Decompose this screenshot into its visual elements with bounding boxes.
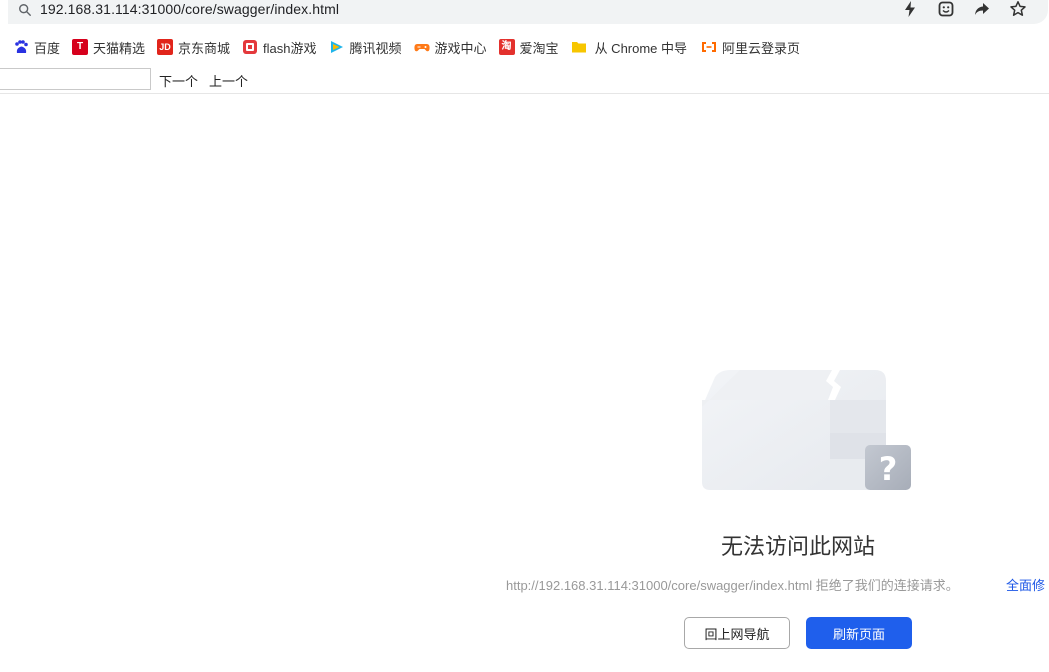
bookmark-folder-chrome[interactable]: 从 Chrome 中导 [571,38,687,57]
find-bar: 下一个 上一个 [0,67,1049,94]
address-actions [901,0,1027,18]
bookmark-flash-game[interactable]: flash游戏 [242,38,317,57]
share-icon[interactable] [973,0,991,18]
taobao-icon: 淘 [498,39,515,55]
bookmark-label: flash游戏 [263,40,317,56]
find-next-button[interactable]: 下一个 [159,71,198,90]
error-description: http://192.168.31.114:31000/core/swagger… [506,578,959,593]
error-title: 无法访问此网站 [720,534,875,559]
baidu-icon [15,40,28,53]
broken-box-illustration-icon: ? [702,370,911,490]
full-repair-link[interactable]: 全面修 [1006,575,1045,594]
bookmark-jd[interactable]: JD 京东商城 [157,38,230,57]
search-icon [19,4,31,16]
bookmark-label: 从 Chrome 中导 [594,40,688,56]
emoji-icon[interactable] [937,0,955,18]
lightning-icon[interactable] [901,0,919,18]
bookmark-tencent-video[interactable]: 腾讯视频 [329,38,402,57]
bookmark-tmall[interactable]: T 天猫精选 [72,38,145,57]
reload-page-button[interactable]: 刷新页面 [806,617,912,649]
bookmark-label: 天猫精选 [93,40,146,56]
bookmark-game-center[interactable]: 游戏中心 [413,38,487,57]
bookmark-aliyun[interactable]: 阿里云登录页 [701,38,800,57]
address-bar-row: 192.168.31.114:31000/core/swagger/index.… [0,0,1049,30]
star-icon[interactable] [1009,0,1027,18]
bookmark-label: 爱淘宝 [519,40,559,56]
find-input[interactable] [0,68,151,90]
flash-game-icon [243,40,258,54]
folder-icon [571,42,586,53]
svg-text:?: ? [879,450,898,488]
bookmark-label: 阿里云登录页 [722,40,801,56]
bookmarks-bar: 百度 T 天猫精选 JD 京东商城 flash游戏 腾讯视频 游戏中心 淘 爱淘… [0,34,1049,60]
bookmark-label: 京东商城 [178,40,231,56]
bookmark-taobao[interactable]: 淘 爱淘宝 [498,38,559,57]
aliyun-icon [702,42,717,52]
tencent-video-icon [330,41,343,53]
find-prev-button[interactable]: 上一个 [209,71,248,90]
game-center-icon [413,44,430,52]
bookmark-label: 百度 [34,40,61,56]
jd-icon: JD [157,39,174,55]
address-url[interactable]: 192.168.31.114:31000/core/swagger/index.… [40,1,339,17]
bookmark-label: 游戏中心 [434,40,487,56]
tmall-icon: T [72,39,89,55]
back-to-navigation-button[interactable]: 回上网导航 [684,617,790,649]
bookmark-label: 腾讯视频 [349,40,402,56]
bookmark-baidu[interactable]: 百度 [13,38,60,57]
